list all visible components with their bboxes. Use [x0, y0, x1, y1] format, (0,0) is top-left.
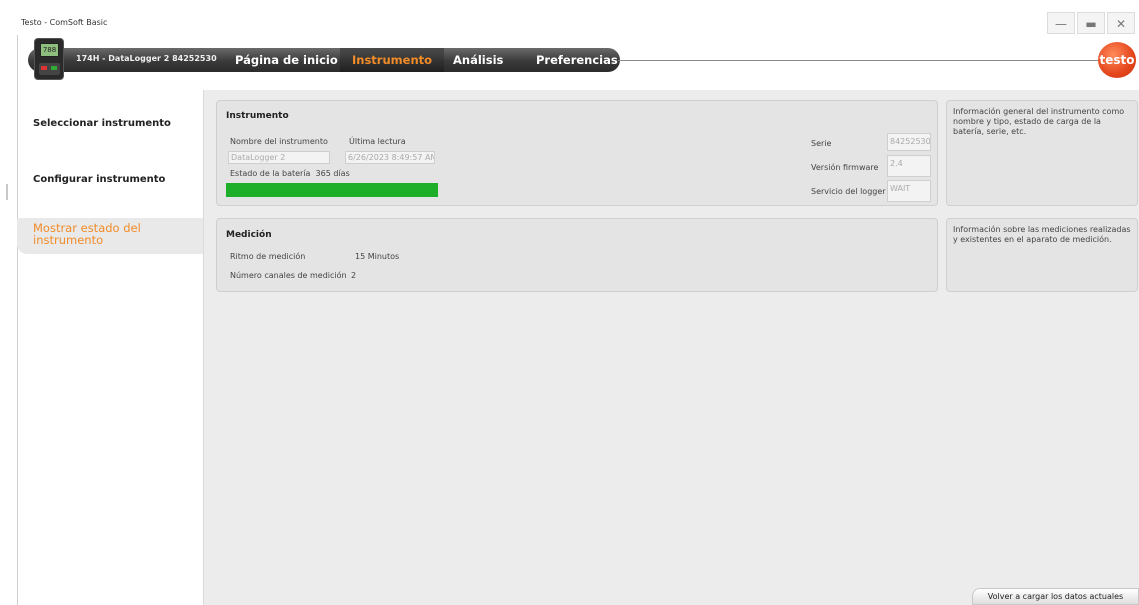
instrument-panel-title: Instrumento — [226, 111, 289, 121]
sidebar: Seleccionar instrumento Configurar instr… — [17, 100, 203, 605]
measurement-panel: Medición Ritmo de medición 15 Minutos Nú… — [216, 218, 938, 292]
instrument-name-field[interactable]: DataLogger 2 — [228, 151, 330, 164]
measurement-panel-title: Medición — [226, 230, 272, 240]
firmware-label: Versión firmware — [811, 163, 879, 172]
instrument-info-box: Información general del instrumento como… — [946, 100, 1138, 206]
serial-label: Serie — [811, 139, 832, 148]
instrument-name-label: Nombre del instrumento — [230, 137, 328, 146]
window-title: Testo - ComSoft Basic — [21, 18, 108, 27]
service-field[interactable]: WAIT — [887, 180, 931, 202]
battery-bar — [226, 183, 438, 197]
channels-value: 2 — [351, 271, 357, 280]
sidebar-marker — [6, 184, 8, 200]
testo-logo: testo — [1098, 42, 1136, 78]
measure-rate-label: Ritmo de medición — [230, 252, 306, 261]
datalogger-device-icon[interactable]: 788 — [34, 38, 64, 80]
restore-button[interactable]: ▬ — [1077, 12, 1105, 34]
nav-divider-line — [618, 60, 1098, 61]
instrument-panel: Instrumento Nombre del instrumento DataL… — [216, 100, 938, 206]
content-area: Instrumento Nombre del instrumento DataL… — [203, 90, 1139, 605]
battery-days-unit: días — [333, 169, 350, 178]
last-read-label: Última lectura — [349, 137, 406, 146]
device-name: 174H - DataLogger 2 84252530 — [76, 54, 217, 63]
sidebar-item-label: Mostrar estado del instrumento — [33, 221, 141, 247]
reload-data-button[interactable]: Volver a cargar los datos actuales — [972, 588, 1139, 605]
device-screen: 788 — [40, 43, 59, 57]
measurement-info-box: Información sobre las mediciones realiza… — [946, 218, 1138, 292]
serial-field[interactable]: 84252530 — [887, 133, 931, 151]
measure-rate-value: 15 Minutos — [355, 252, 400, 261]
battery-label: Estado de la batería 365 días — [230, 169, 350, 178]
tab-home[interactable]: Página de inicio — [223, 48, 350, 72]
tab-instrument[interactable]: Instrumento — [340, 48, 445, 72]
title-bar: Testo - ComSoft Basic — ▬ ✕ — [17, 10, 1139, 35]
device-led-green — [51, 66, 57, 70]
close-button[interactable]: ✕ — [1107, 12, 1135, 34]
sidebar-item-show-status[interactable]: Mostrar estado del instrumento — [17, 218, 203, 254]
minimize-button[interactable]: — — [1047, 12, 1075, 34]
sidebar-item-select-instrument[interactable]: Seleccionar instrumento — [17, 118, 203, 138]
battery-label-text: Estado de la batería — [230, 169, 311, 178]
last-read-field[interactable]: 6/26/2023 8:49:57 AM — [345, 151, 435, 164]
tab-analysis[interactable]: Análisis — [441, 48, 515, 72]
device-led-red — [41, 66, 47, 70]
battery-days-value: 365 — [315, 169, 331, 178]
channels-label: Número canales de medición — [230, 271, 347, 280]
main-navigation: 788 174H - DataLogger 2 84252530 Página … — [28, 36, 1136, 84]
sidebar-item-label: Configurar instrumento — [33, 174, 166, 185]
firmware-field[interactable]: 2.4 — [887, 155, 931, 177]
service-label: Servicio del logger — [811, 187, 886, 196]
sidebar-item-configure-instrument[interactable]: Configurar instrumento — [17, 174, 203, 194]
tab-preferences[interactable]: Preferencias — [524, 48, 630, 72]
sidebar-item-label: Seleccionar instrumento — [33, 118, 171, 129]
